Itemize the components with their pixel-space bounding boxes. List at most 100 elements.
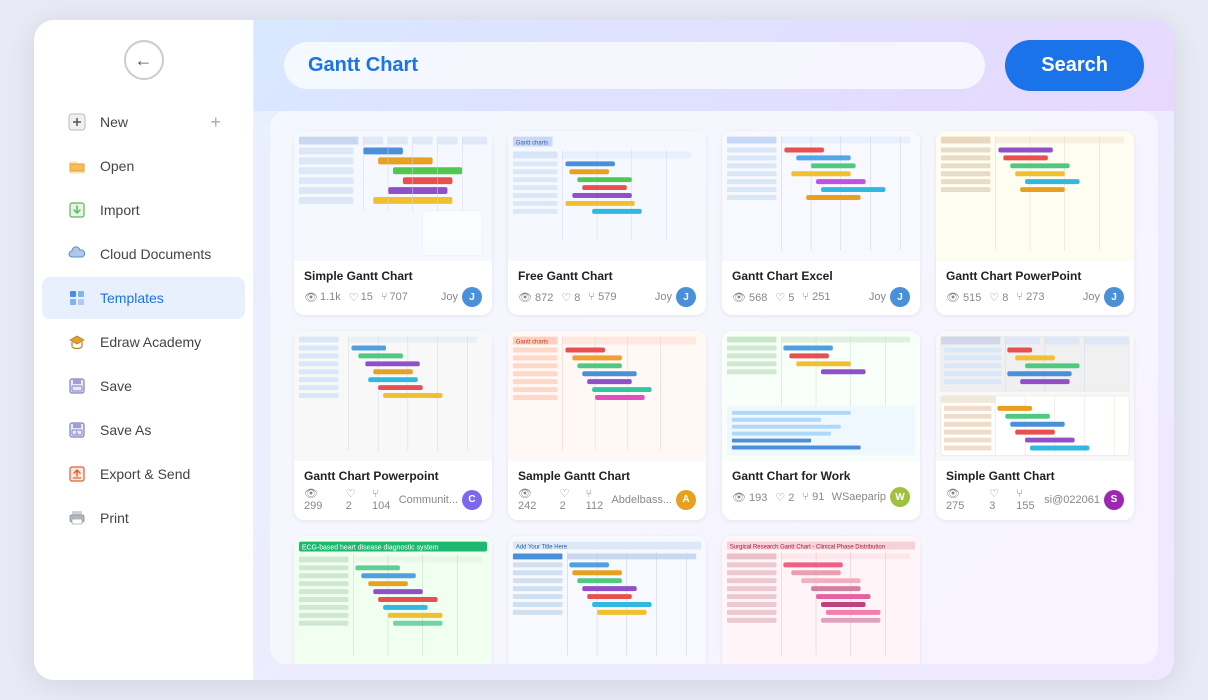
template-card-7[interactable]: Gantt Chart for Work 👁 193 ♡ 2 ⑂ 91 WSae… bbox=[722, 331, 920, 520]
template-info-4: Gantt Chart PowerPoint 👁 515 ♡ 8 ⑂ 273 J… bbox=[936, 261, 1134, 315]
template-name-4: Gantt Chart PowerPoint bbox=[946, 269, 1124, 283]
sidebar-label-cloud: Cloud Documents bbox=[100, 246, 211, 262]
template-name-3: Gantt Chart Excel bbox=[732, 269, 910, 283]
author-row-5: 👁 299 ♡ 2 ⑂ 104 Communit... C bbox=[304, 487, 482, 512]
template-thumb-7 bbox=[722, 331, 920, 461]
template-name-6: Sample Gantt Chart bbox=[518, 469, 696, 483]
sidebar-item-export[interactable]: Export & Send bbox=[42, 453, 245, 495]
back-button[interactable]: ← bbox=[124, 40, 164, 80]
eye-icon: 👁 bbox=[304, 291, 318, 304]
author-name-1: Joy bbox=[441, 291, 458, 303]
templates-icon bbox=[66, 287, 88, 309]
academy-icon bbox=[66, 331, 88, 353]
avatar-4: J bbox=[1104, 287, 1124, 307]
template-card-5[interactable]: Gantt Chart Powerpoint 👁 299 ♡ 2 ⑂ 104 C… bbox=[294, 331, 492, 520]
app-container: ← New + Ope bbox=[34, 20, 1174, 680]
template-stats-5: 👁 299 ♡ 2 ⑂ 104 bbox=[304, 487, 399, 512]
avatar-3: J bbox=[890, 287, 910, 307]
author-name-4: Joy bbox=[1083, 291, 1100, 303]
avatar-8: S bbox=[1104, 490, 1124, 510]
template-name-7: Gantt Chart for Work bbox=[732, 469, 910, 483]
template-info-3: Gantt Chart Excel 👁 568 ♡ 5 ⑂ 251 Joy J bbox=[722, 261, 920, 315]
template-thumb-5 bbox=[294, 331, 492, 461]
sidebar-item-academy[interactable]: Edraw Academy bbox=[42, 321, 245, 363]
sidebar-label-saveas: Save As bbox=[100, 422, 151, 438]
import-icon bbox=[66, 199, 88, 221]
fork-icon: ⑂ bbox=[381, 291, 388, 303]
sidebar-label-new: New bbox=[100, 114, 128, 130]
sidebar-item-cloud[interactable]: Cloud Documents bbox=[42, 233, 245, 275]
author-row-8: 👁 275 ♡ 3 ⑂ 155 si@022061 S bbox=[946, 487, 1124, 512]
sidebar-label-open: Open bbox=[100, 158, 134, 174]
new-icon bbox=[66, 111, 88, 133]
template-info-5: Gantt Chart Powerpoint 👁 299 ♡ 2 ⑂ 104 C… bbox=[294, 461, 492, 520]
search-query-text: Gantt Chart bbox=[308, 54, 418, 77]
sidebar-item-open[interactable]: Open bbox=[42, 145, 245, 187]
sidebar-label-export: Export & Send bbox=[100, 466, 190, 482]
sidebar-label-templates: Templates bbox=[100, 290, 164, 306]
template-thumb-4 bbox=[936, 131, 1134, 261]
sidebar-item-import[interactable]: Import bbox=[42, 189, 245, 231]
templates-grid: Simple Gantt Chart 👁 1.1k ♡ 15 ⑂ 707 Joy… bbox=[294, 131, 1134, 664]
plus-icon: + bbox=[210, 112, 221, 133]
template-stats-2: 👁 872 ♡ 8 ⑂ 579 bbox=[518, 291, 616, 304]
author-row-4: 👁 515 ♡ 8 ⑂ 273 Joy J bbox=[946, 287, 1124, 307]
template-thumb-6: Gantt charts bbox=[508, 331, 706, 461]
avatar-2: J bbox=[676, 287, 696, 307]
template-card-9[interactable]: ECG-based heart disease diagnostic syste… bbox=[294, 536, 492, 664]
search-button[interactable]: Search bbox=[1005, 40, 1144, 91]
sidebar-item-new[interactable]: New + bbox=[42, 101, 245, 143]
author-name-2: Joy bbox=[655, 291, 672, 303]
template-info-1: Simple Gantt Chart 👁 1.1k ♡ 15 ⑂ 707 Joy… bbox=[294, 261, 492, 315]
author-row-2: 👁 872 ♡ 8 ⑂ 579 Joy J bbox=[518, 287, 696, 307]
template-card-6[interactable]: Gantt charts bbox=[508, 331, 706, 520]
svg-text:Gantt charts: Gantt charts bbox=[516, 340, 548, 346]
svg-text:Add Your Title Here: Add Your Title Here bbox=[516, 545, 568, 551]
template-thumb-9: ECG-based heart disease diagnostic syste… bbox=[294, 536, 492, 664]
cloud-icon bbox=[66, 243, 88, 265]
template-thumb-8 bbox=[936, 331, 1134, 461]
sidebar-item-saveas[interactable]: A Save As bbox=[42, 409, 245, 451]
template-stats-6: 👁 242 ♡ 2 ⑂ 112 bbox=[518, 487, 611, 512]
templates-area: Simple Gantt Chart 👁 1.1k ♡ 15 ⑂ 707 Joy… bbox=[270, 111, 1158, 664]
search-header: Gantt Chart Search bbox=[254, 20, 1174, 111]
avatar-7: W bbox=[890, 487, 910, 507]
template-thumb-11: Surgical Research Gantt Chart - Clinical… bbox=[722, 536, 920, 664]
search-input-display[interactable]: Gantt Chart bbox=[284, 42, 985, 89]
avatar-1: J bbox=[462, 287, 482, 307]
sidebar: ← New + Ope bbox=[34, 20, 254, 680]
template-info-8: Simple Gantt Chart 👁 275 ♡ 3 ⑂ 155 si@02… bbox=[936, 461, 1134, 520]
template-stats-1: 👁 1.1k ♡ 15 ⑂ 707 bbox=[304, 291, 408, 304]
sidebar-back: ← bbox=[34, 40, 253, 80]
template-card-4[interactable]: Gantt Chart PowerPoint 👁 515 ♡ 8 ⑂ 273 J… bbox=[936, 131, 1134, 315]
template-card-3[interactable]: Gantt Chart Excel 👁 568 ♡ 5 ⑂ 251 Joy J bbox=[722, 131, 920, 315]
sidebar-item-save[interactable]: Save bbox=[42, 365, 245, 407]
sidebar-label-save: Save bbox=[100, 378, 132, 394]
saveas-icon: A bbox=[66, 419, 88, 441]
save-icon bbox=[66, 375, 88, 397]
sidebar-label-print: Print bbox=[100, 510, 129, 526]
template-card-10[interactable]: Add Your Title Here bbox=[508, 536, 706, 664]
sidebar-item-templates[interactable]: Templates bbox=[42, 277, 245, 319]
template-stats-7: 👁 193 ♡ 2 ⑂ 91 bbox=[732, 491, 824, 504]
sidebar-label-import: Import bbox=[100, 202, 140, 218]
avatar-5: C bbox=[462, 490, 482, 510]
author-row-7: 👁 193 ♡ 2 ⑂ 91 WSaeparip W bbox=[732, 487, 910, 507]
template-card-8[interactable]: Simple Gantt Chart 👁 275 ♡ 3 ⑂ 155 si@02… bbox=[936, 331, 1134, 520]
template-info-2: Free Gantt Chart 👁 872 ♡ 8 ⑂ 579 Joy J bbox=[508, 261, 706, 315]
author-name-7: WSaeparip bbox=[832, 491, 886, 503]
export-icon bbox=[66, 463, 88, 485]
template-card-11[interactable]: Surgical Research Gantt Chart - Clinical… bbox=[722, 536, 920, 664]
avatar-6: A bbox=[676, 490, 696, 510]
author-row-6: 👁 242 ♡ 2 ⑂ 112 Abdelbass... A bbox=[518, 487, 696, 512]
template-card-1[interactable]: Simple Gantt Chart 👁 1.1k ♡ 15 ⑂ 707 Joy… bbox=[294, 131, 492, 315]
author-name-3: Joy bbox=[869, 291, 886, 303]
template-thumb-10: Add Your Title Here bbox=[508, 536, 706, 664]
sidebar-label-academy: Edraw Academy bbox=[100, 334, 201, 350]
template-name-1: Simple Gantt Chart bbox=[304, 269, 482, 283]
author-name-5: Communit... bbox=[399, 494, 458, 506]
sidebar-item-print[interactable]: Print bbox=[42, 497, 245, 539]
template-card-2[interactable]: Gantt charts bbox=[508, 131, 706, 315]
template-stats-8: 👁 275 ♡ 3 ⑂ 155 bbox=[946, 487, 1044, 512]
template-info-6: Sample Gantt Chart 👁 242 ♡ 2 ⑂ 112 Abdel… bbox=[508, 461, 706, 520]
